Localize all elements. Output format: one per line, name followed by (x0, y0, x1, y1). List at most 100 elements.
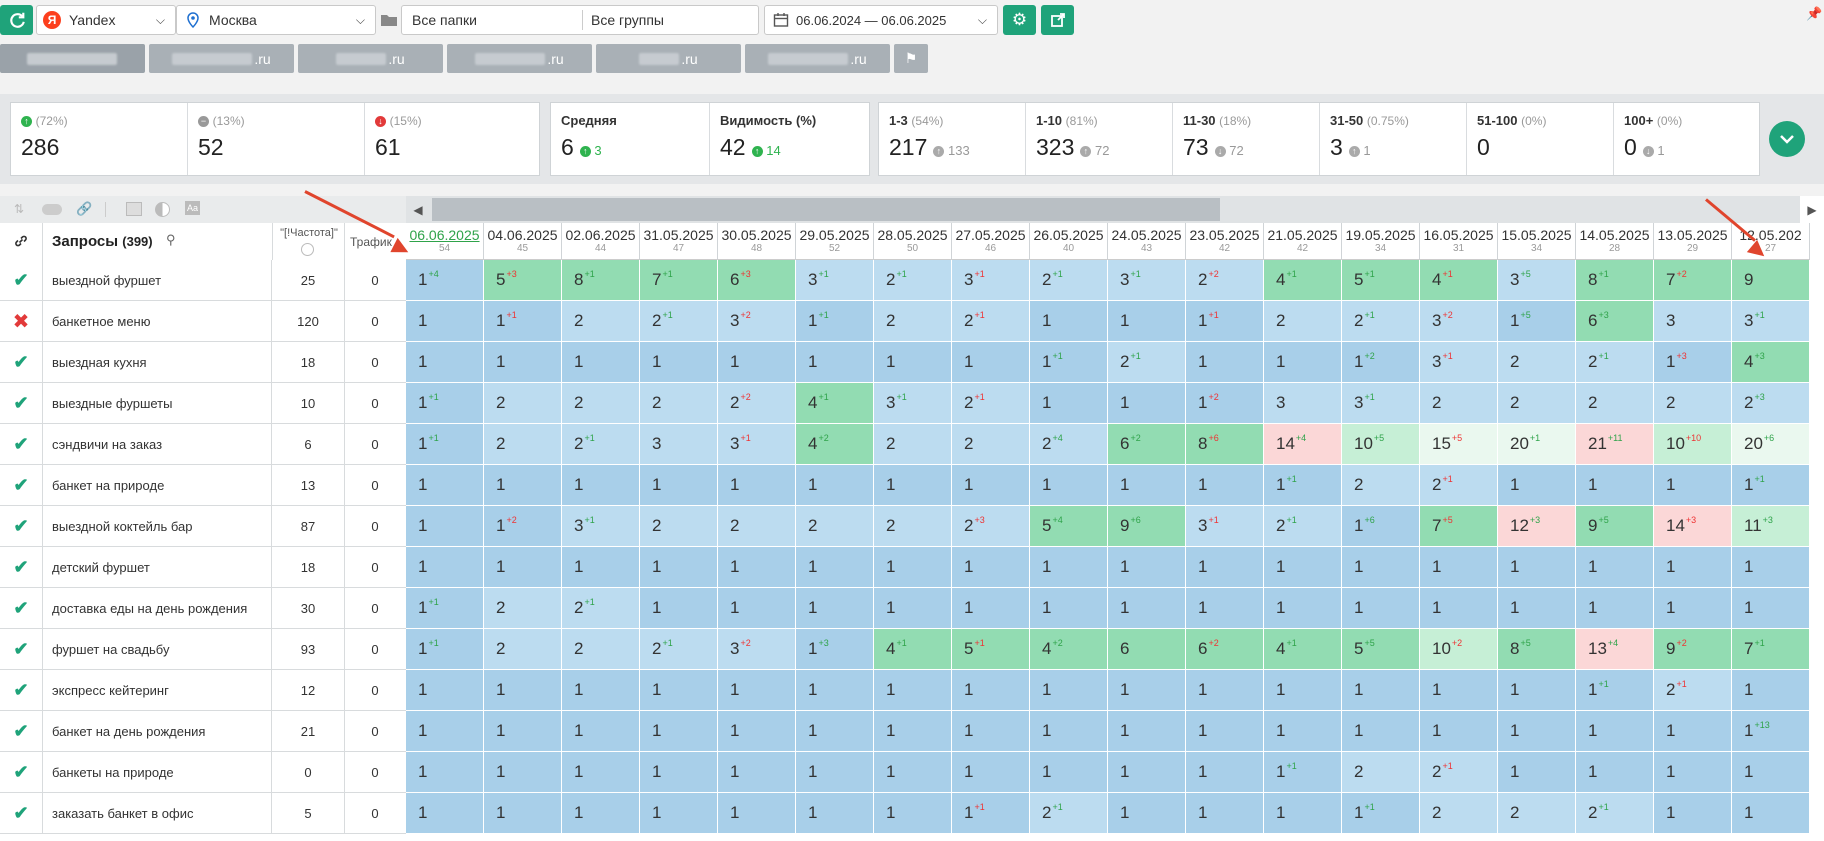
stat-range-51-100[interactable]: 51-100 (0%) 0 (1467, 103, 1614, 175)
position-cell[interactable]: 1 (1732, 670, 1810, 711)
position-cell[interactable]: 1 (952, 342, 1030, 383)
table-row[interactable]: ✔ заказать банкет в офис 5 0 (0, 793, 407, 834)
query-text[interactable]: экспресс кейтеринг (42, 670, 272, 710)
position-cell[interactable]: 1 (1420, 670, 1498, 711)
position-cell[interactable]: 1 (1498, 752, 1576, 793)
position-cell[interactable]: 6 +3 (1576, 301, 1654, 342)
position-cell[interactable]: 2 (874, 424, 952, 465)
position-cell[interactable]: 1 (1186, 670, 1264, 711)
position-cell[interactable]: 1 (874, 465, 952, 506)
site-tab[interactable]: .ru (298, 44, 443, 73)
position-cell[interactable]: 14 +3 (1654, 506, 1732, 547)
date-column-header[interactable]: 04.06.2025 45 (484, 223, 562, 260)
position-cell[interactable]: 1 (1264, 711, 1342, 752)
position-cell[interactable]: 1 (718, 793, 796, 834)
position-cell[interactable]: 1 (484, 670, 562, 711)
sort-icon[interactable]: ⇅ (14, 202, 24, 216)
flag-tab[interactable]: ⚑ (894, 44, 928, 73)
position-cell[interactable]: 1 +1 (406, 383, 484, 424)
position-cell[interactable]: 1 (1186, 465, 1264, 506)
position-cell[interactable]: 1 +1 (484, 301, 562, 342)
position-cell[interactable]: 1 (1498, 711, 1576, 752)
position-cell[interactable]: 2 (562, 383, 640, 424)
position-cell[interactable]: 1 +6 (1342, 506, 1420, 547)
position-cell[interactable]: 20 +6 (1732, 424, 1810, 465)
table-row[interactable]: ✔ экспресс кейтеринг 12 0 (0, 670, 407, 711)
table-row[interactable]: ✔ фуршет на свадьбу 93 0 (0, 629, 407, 670)
position-cell[interactable]: 1 (1654, 752, 1732, 793)
query-text[interactable]: банкетное меню (42, 301, 272, 341)
position-cell[interactable]: 1 (1186, 711, 1264, 752)
position-cell[interactable]: 1 +1 (406, 424, 484, 465)
position-cell[interactable]: 3 +1 (1108, 260, 1186, 301)
position-cell[interactable]: 1 (1654, 793, 1732, 834)
position-cell[interactable]: 1 (1342, 588, 1420, 629)
groups-value[interactable]: Все группы (591, 12, 664, 28)
site-tab[interactable]: .ru (447, 44, 592, 73)
position-cell[interactable]: 1 +1 (1264, 465, 1342, 506)
scroll-thumb[interactable] (432, 198, 1220, 221)
table-row[interactable]: ✔ выездной фуршет 25 0 (0, 260, 407, 301)
search-icon[interactable]: ⚲ (166, 232, 176, 248)
position-cell[interactable]: 2 +4 (1030, 424, 1108, 465)
position-cell[interactable]: 1 +3 (1654, 342, 1732, 383)
query-text[interactable]: заказать банкет в офис (42, 793, 272, 833)
position-cell[interactable]: 3 +1 (1420, 342, 1498, 383)
refresh-button[interactable] (0, 5, 33, 35)
position-cell[interactable]: 1 (1264, 793, 1342, 834)
position-cell[interactable]: 8 +1 (1576, 260, 1654, 301)
position-cell[interactable]: 1 +1 (1030, 342, 1108, 383)
position-cell[interactable]: 1 +1 (1732, 465, 1810, 506)
position-cell[interactable]: 9 (1732, 260, 1810, 301)
position-cell[interactable]: 2 (874, 506, 952, 547)
link-icon[interactable]: 🔗 (76, 201, 92, 217)
position-cell[interactable]: 1 (1108, 383, 1186, 424)
position-cell[interactable]: 3 (1654, 301, 1732, 342)
position-cell[interactable]: 1 (718, 465, 796, 506)
position-cell[interactable]: 1 (562, 752, 640, 793)
position-cell[interactable]: 1 +1 (1186, 301, 1264, 342)
position-cell[interactable]: 2 (1342, 752, 1420, 793)
date-column-header[interactable]: 29.05.2025 52 (796, 223, 874, 260)
check-icon[interactable]: ✔ (0, 588, 43, 628)
position-cell[interactable]: 1 (1264, 547, 1342, 588)
folders-value[interactable]: Все папки (412, 12, 582, 28)
position-cell[interactable]: 2 +1 (562, 424, 640, 465)
position-cell[interactable]: 1 (1108, 547, 1186, 588)
position-cell[interactable]: 1 (1030, 711, 1108, 752)
table-row[interactable]: ✖ банкетное меню 120 0 (0, 301, 407, 342)
position-cell[interactable]: 2 (484, 629, 562, 670)
position-cell[interactable]: 1 (1576, 752, 1654, 793)
position-cell[interactable]: 1 (1732, 588, 1810, 629)
toggle-icon[interactable] (42, 204, 62, 215)
position-cell[interactable]: 4 +2 (1030, 629, 1108, 670)
position-cell[interactable]: 2 +1 (952, 301, 1030, 342)
position-cell[interactable]: 2 (1420, 793, 1498, 834)
position-cell[interactable]: 1 +2 (484, 506, 562, 547)
table-row[interactable]: ✔ выездной коктейль бар 87 0 (0, 506, 407, 547)
position-cell[interactable]: 10 +10 (1654, 424, 1732, 465)
position-cell[interactable]: 2 +2 (718, 383, 796, 424)
position-cell[interactable]: 2 +1 (952, 383, 1030, 424)
position-cell[interactable]: 14 +4 (1264, 424, 1342, 465)
position-cell[interactable]: 1 (1186, 752, 1264, 793)
date-column-header[interactable]: 13.05.2025 29 (1654, 223, 1732, 260)
check-icon[interactable]: ✔ (0, 383, 43, 423)
position-cell[interactable]: 1 (718, 752, 796, 793)
position-cell[interactable]: 1 (874, 342, 952, 383)
position-cell[interactable]: 5 +1 (1342, 260, 1420, 301)
position-cell[interactable]: 1 (640, 465, 718, 506)
position-cell[interactable]: 1 (796, 670, 874, 711)
position-cell[interactable]: 2 (640, 383, 718, 424)
query-text[interactable]: фуршет на свадьбу (42, 629, 272, 669)
position-cell[interactable]: 1 (1186, 793, 1264, 834)
table-row[interactable]: ✔ выездная кухня 18 0 (0, 342, 407, 383)
position-cell[interactable]: 1 (718, 711, 796, 752)
table-row[interactable]: ✔ доставка еды на день рождения 30 0 (0, 588, 407, 629)
position-cell[interactable]: 1 (718, 547, 796, 588)
date-column-header[interactable]: 27.05.2025 46 (952, 223, 1030, 260)
pin-icon[interactable]: 📌 (1806, 6, 1822, 22)
position-cell[interactable]: 1 (1030, 301, 1108, 342)
query-text[interactable]: банкеты на природе (42, 752, 272, 792)
position-cell[interactable]: 1 (952, 465, 1030, 506)
